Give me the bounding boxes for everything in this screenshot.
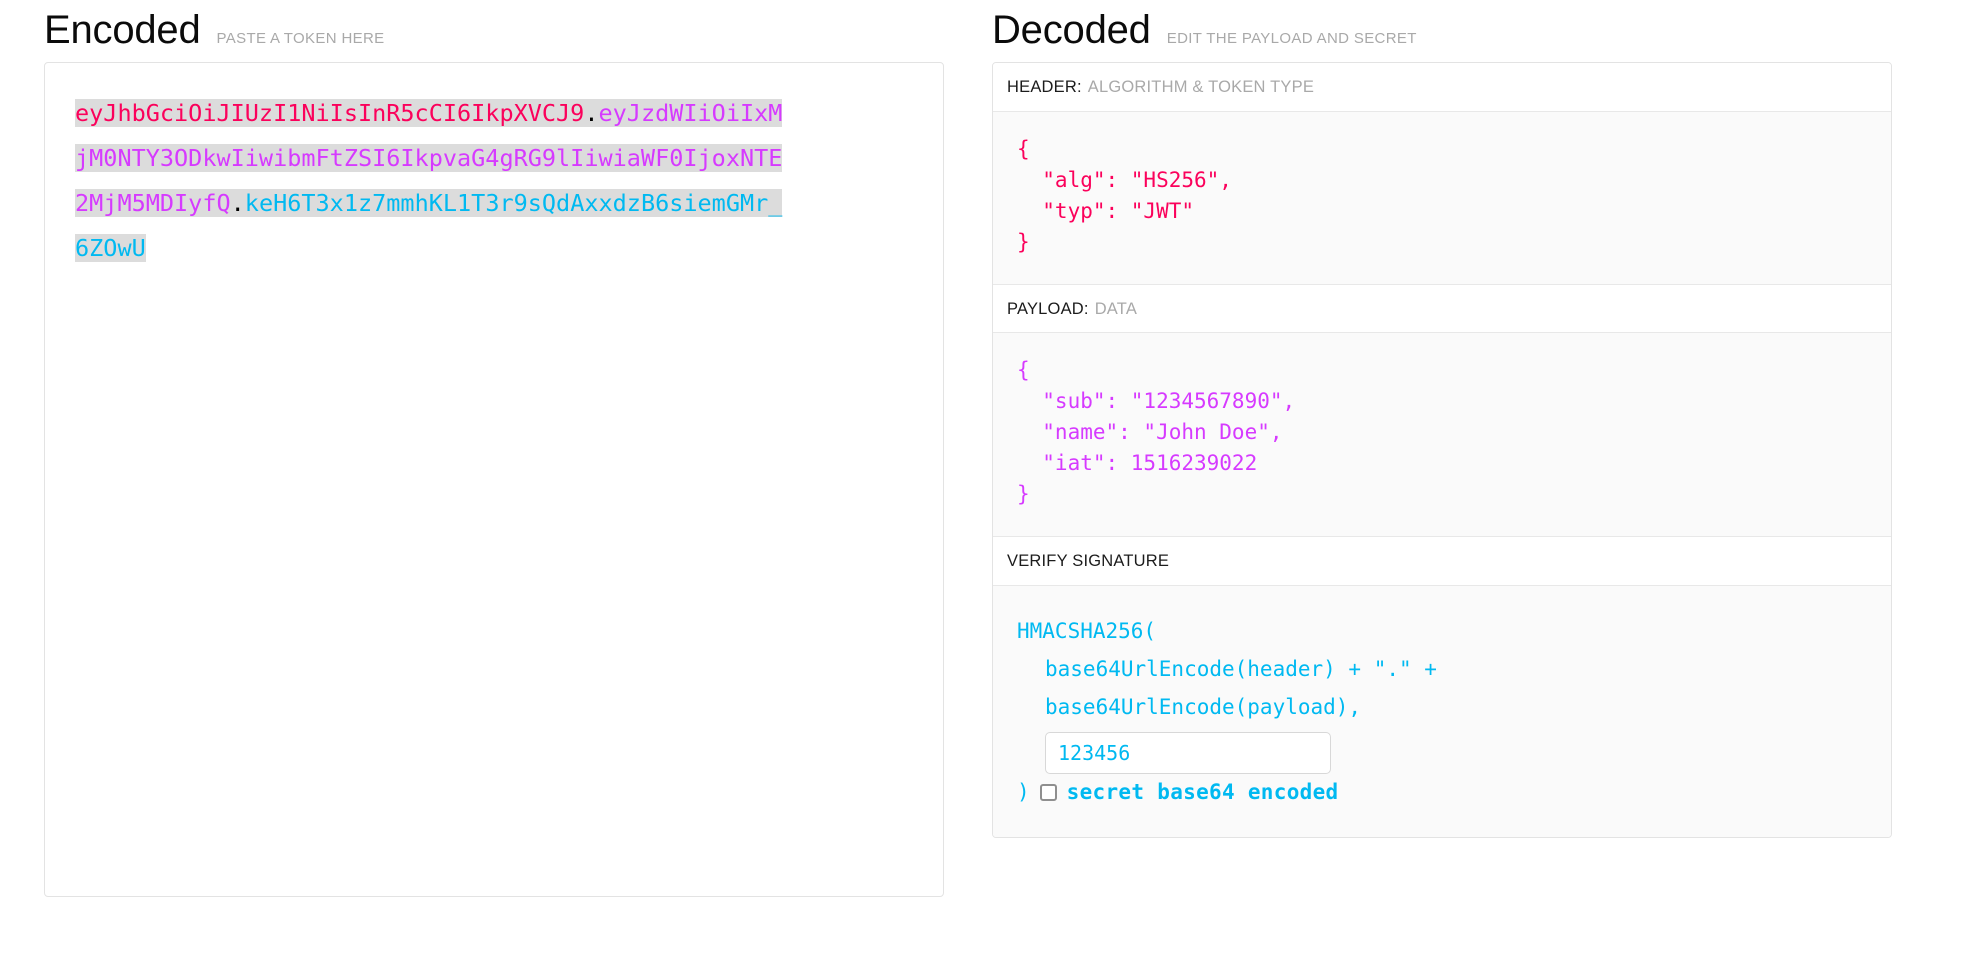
token-separator-1: . xyxy=(584,99,599,127)
signature-line-hmac: HMACSHA256( xyxy=(1017,618,1157,643)
secret-input[interactable] xyxy=(1045,731,1331,774)
decoded-heading: Decoded EDIT THE PAYLOAD AND SECRET xyxy=(992,0,1892,62)
encoded-heading: Encoded PASTE A TOKEN HERE xyxy=(44,0,944,62)
signature-line-header-encode: base64UrlEncode(header) + "." + xyxy=(1045,656,1437,681)
header-section-label: HEADER: ALGORITHM & TOKEN TYPE xyxy=(993,63,1891,112)
decoded-column: Decoded EDIT THE PAYLOAD AND SECRET HEAD… xyxy=(992,0,1892,838)
payload-label-main: PAYLOAD: xyxy=(1007,299,1089,318)
secret-base64-checkbox[interactable] xyxy=(1039,783,1057,801)
signature-label-main: VERIFY SIGNATURE xyxy=(1007,552,1170,570)
encoded-token-text[interactable]: eyJhbGciOiJIUzI1NiIsInR5cCI6IkpXVCJ9.eyJ… xyxy=(75,91,787,271)
secret-row xyxy=(1017,731,1867,774)
signature-area: HMACSHA256( base64UrlEncode(header) + ".… xyxy=(993,585,1891,837)
header-label-sub: ALGORITHM & TOKEN TYPE xyxy=(1087,78,1315,96)
signature-line-payload-encode: base64UrlEncode(payload), xyxy=(1045,694,1362,719)
payload-json-area[interactable]: { "sub": "1234567890", "name": "John Doe… xyxy=(993,333,1891,537)
two-column-layout: Encoded PASTE A TOKEN HERE eyJhbGciOiJIU… xyxy=(0,0,1987,897)
encoded-subtitle: PASTE A TOKEN HERE xyxy=(216,30,385,47)
header-label-main: HEADER: xyxy=(1007,78,1082,96)
header-json-content: { "alg": "HS256", "typ": "JWT" } xyxy=(1017,136,1232,254)
payload-label-sub: DATA xyxy=(1094,299,1138,318)
payload-json-content: { "sub": "1234567890", "name": "John Doe… xyxy=(1017,358,1296,506)
token-header-segment: eyJhbGciOiJIUzI1NiIsInR5cCI6IkpXVCJ9 xyxy=(75,99,585,127)
jwt-debugger-page: Encoded PASTE A TOKEN HERE eyJhbGciOiJIU… xyxy=(0,0,1987,959)
signature-section-label: VERIFY SIGNATURE xyxy=(993,537,1891,586)
signature-close-row: ) secret base64 encoded xyxy=(1017,779,1867,804)
secret-base64-label[interactable]: secret base64 encoded xyxy=(1067,781,1339,803)
closing-paren: ) xyxy=(1017,779,1030,804)
decoded-title: Decoded xyxy=(992,8,1151,52)
decoded-subtitle: EDIT THE PAYLOAD AND SECRET xyxy=(1166,30,1417,47)
encoded-token-panel[interactable]: eyJhbGciOiJIUzI1NiIsInR5cCI6IkpXVCJ9.eyJ… xyxy=(44,62,944,897)
token-separator-2: . xyxy=(230,189,245,217)
encoded-column: Encoded PASTE A TOKEN HERE eyJhbGciOiJIU… xyxy=(44,0,944,897)
decoded-panel: HEADER: ALGORITHM & TOKEN TYPE { "alg": "… xyxy=(992,62,1892,838)
payload-section-label: PAYLOAD: DATA xyxy=(993,284,1891,333)
header-json-area[interactable]: { "alg": "HS256", "typ": "JWT" } xyxy=(993,111,1891,285)
encoded-title: Encoded xyxy=(44,8,201,52)
